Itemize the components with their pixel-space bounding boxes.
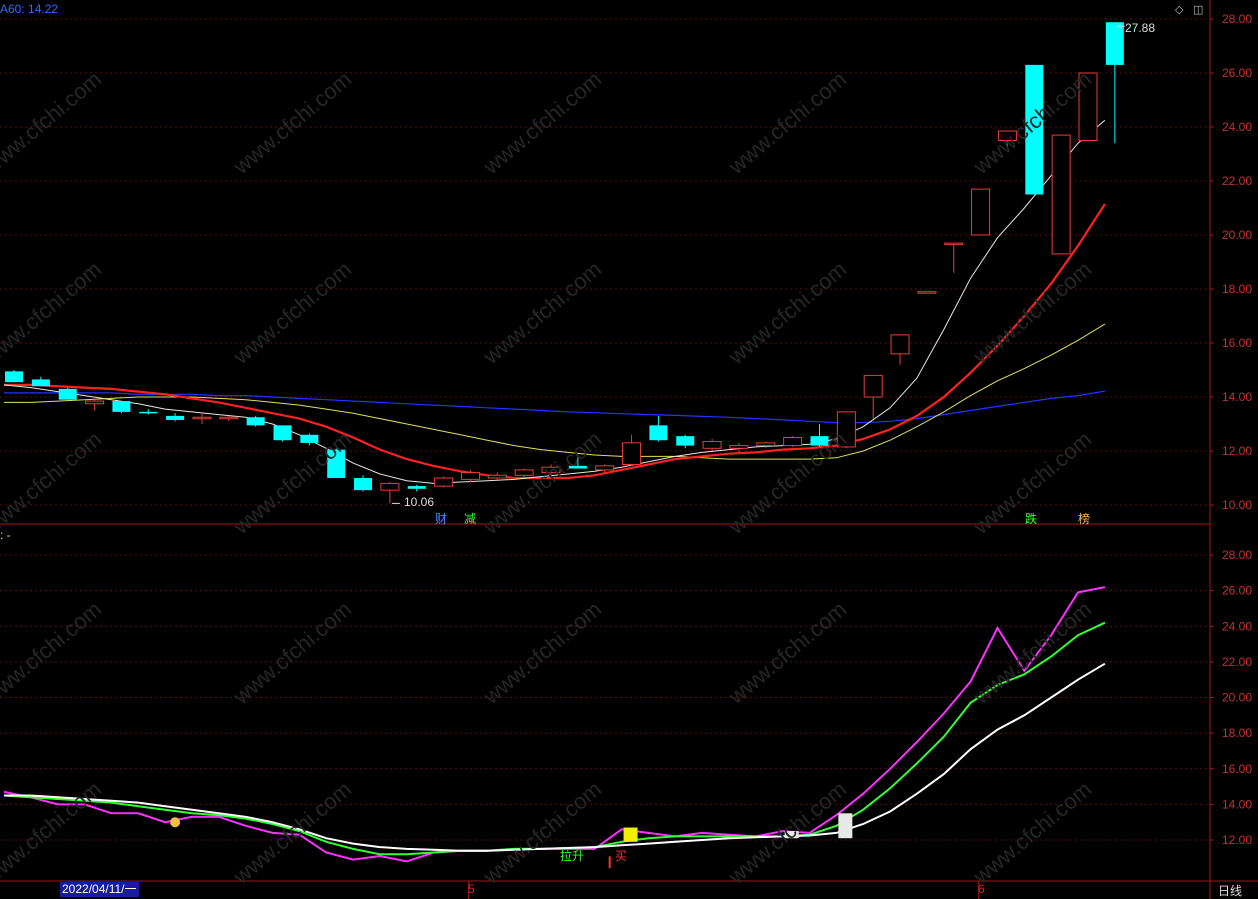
indicator-tick-label: 12.00 [1222, 833, 1252, 847]
price-tick-label: 24.00 [1222, 120, 1252, 134]
indicator-tick-label: 26.00 [1222, 584, 1252, 598]
window-toggle-icon[interactable]: ◫ [1193, 3, 1203, 16]
candle-body-down [166, 415, 185, 420]
marker-jian[interactable]: 减 [464, 510, 476, 527]
indicator-tick-label: 28.00 [1222, 548, 1252, 562]
candle-body-up [219, 416, 239, 420]
indicator-tick-label: 24.00 [1222, 619, 1252, 633]
candle-body-up [541, 466, 561, 474]
candle-body-down [300, 434, 319, 443]
candle-body-up [85, 400, 105, 405]
money-icon [170, 817, 181, 828]
ma-line-white [3, 119, 1106, 484]
indicator-signal-white [784, 831, 799, 839]
candle-body-up [192, 416, 212, 420]
candle-body-down [810, 436, 829, 446]
candle-body-up [487, 474, 507, 479]
price-tick-label: 28.00 [1222, 12, 1252, 26]
candle-body-down [407, 486, 426, 489]
ma-line-yellow [4, 323, 1106, 460]
marker-lashen: 拉升 [560, 849, 585, 863]
candle-body-up [917, 291, 937, 294]
diamond-icon[interactable]: ◇ [1175, 3, 1183, 16]
marker-buy: 买 [615, 849, 628, 863]
month-tick-5: 5 [468, 882, 475, 896]
candle-body-down [58, 388, 77, 400]
price-tick-label: 26.00 [1222, 66, 1252, 80]
candlestick-chart: 28.00 26.00 24.00 22.00 20.00 18.00 16.00 14.00… [0, 0, 1258, 899]
candle-body-down [273, 425, 292, 441]
indicator-tick-label: 18.00 [1222, 726, 1252, 740]
price-tick-label: 20.00 [1222, 228, 1252, 242]
candle-body-down [112, 401, 131, 412]
ma-line-red [4, 203, 1106, 480]
candle-body-up [944, 242, 964, 246]
candle-body-down [649, 425, 668, 441]
price-tick-label: 14.00 [1222, 390, 1252, 404]
candle-body-up [702, 441, 722, 449]
price-tick-label: 16.00 [1222, 336, 1252, 350]
low-price-label: 10.06 [404, 495, 435, 509]
candle-body-up [863, 374, 883, 398]
candle-body-up [622, 442, 642, 465]
candle-body-up [1078, 72, 1098, 141]
period-daily-button[interactable]: 日线 [1218, 882, 1242, 899]
candle-body-down [676, 436, 695, 446]
indicator-tick-label: 22.00 [1222, 655, 1252, 669]
candle-body-down [31, 379, 50, 387]
price-tick-label: 18.00 [1222, 282, 1252, 296]
candle-body-down [327, 449, 346, 478]
marker-die[interactable]: 跌 [1025, 510, 1037, 527]
candle-body-up [783, 437, 803, 447]
indicator-tick-label: 14.00 [1222, 797, 1252, 811]
candle-body-up [756, 442, 776, 447]
indicator-line-green [3, 621, 1106, 856]
indicator-line-white [4, 662, 1106, 852]
candle-body-up [434, 477, 454, 487]
indicator-tick-label: 20.00 [1222, 691, 1252, 705]
candle-body-down [5, 371, 23, 383]
candle-body-up [729, 445, 749, 449]
candle-body-down [1105, 22, 1124, 65]
price-tick-label: 12.00 [1222, 444, 1252, 458]
indicator-line-magenta [3, 586, 1106, 863]
candle-body-down [246, 417, 265, 426]
candle-body-down [354, 478, 373, 491]
candle-body-up [380, 482, 400, 491]
current-date: 2022/04/11/一 [60, 882, 139, 897]
candle-body-up [997, 130, 1017, 142]
candle-body-down [1025, 64, 1044, 195]
month-tick-6: 6 [978, 882, 985, 896]
indicator-label: : - [0, 528, 11, 542]
ma60-label: A60: 14.22 [0, 2, 59, 16]
candle-body-up [971, 188, 991, 236]
indicator-signal-white-2 [838, 813, 853, 839]
indicator-tick-label: 16.00 [1222, 762, 1252, 776]
price-tick-label: 10.00 [1222, 498, 1252, 512]
candle-body-up [1051, 134, 1071, 255]
candle-body-up [595, 465, 615, 471]
price-tick-label: 22.00 [1222, 174, 1252, 188]
marker-cai[interactable]: 财 [435, 510, 447, 527]
indicator-signal-yellow [623, 827, 638, 842]
candle-body-up [890, 334, 910, 355]
high-price-label: 27.88 [1125, 21, 1156, 35]
candle-body-up [836, 411, 856, 448]
candle-body-down [568, 465, 587, 469]
candle-body-down [139, 411, 158, 414]
candle-body-up [460, 472, 480, 480]
candle-body-up [514, 469, 534, 476]
marker-bang[interactable]: 榜 [1078, 510, 1090, 527]
